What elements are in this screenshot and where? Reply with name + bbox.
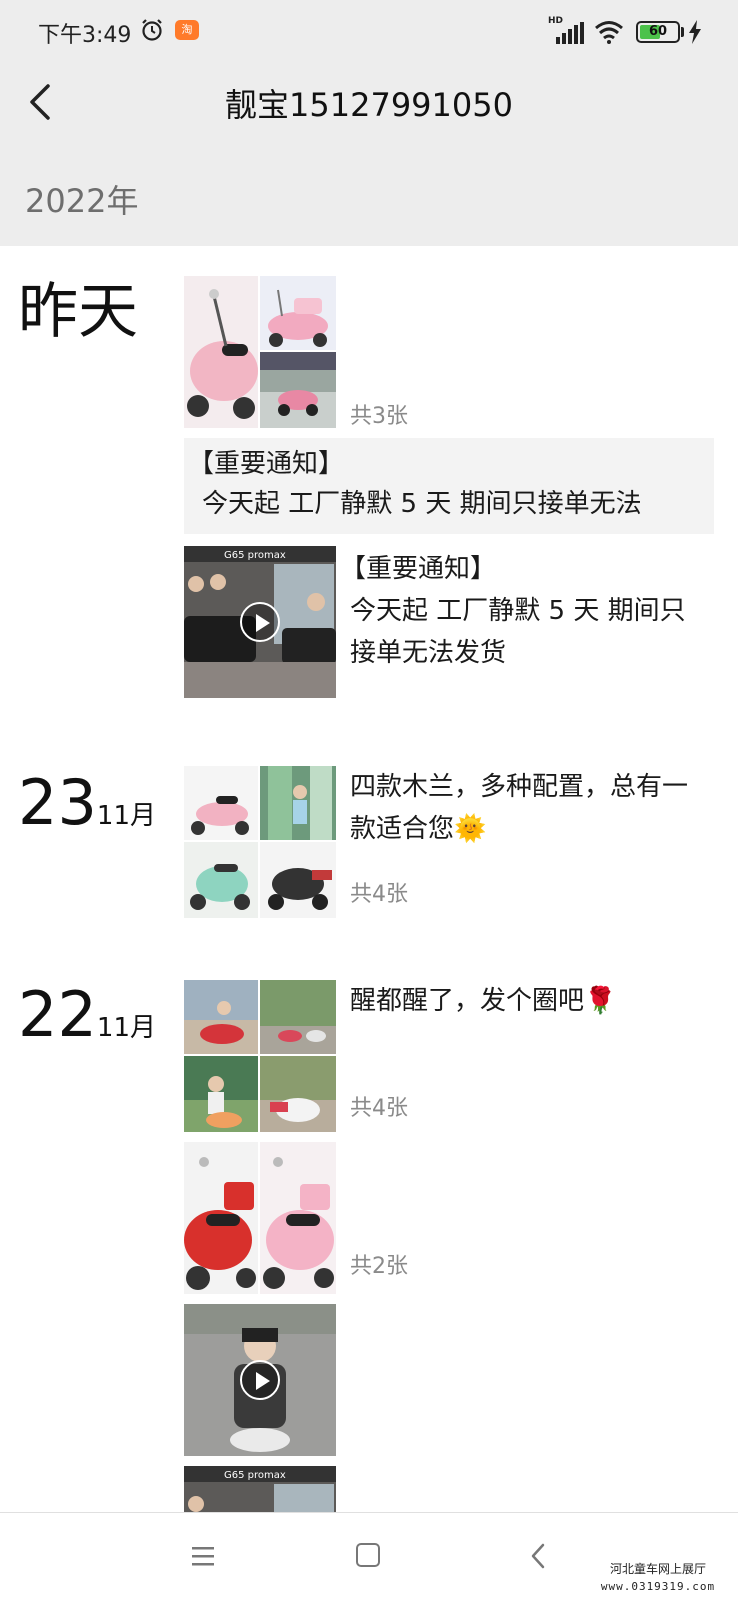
post-thumbnail-grid[interactable]	[184, 980, 336, 1132]
video-post-text: 今天起 工厂静默 5 天 期间只接单无法发货	[350, 596, 686, 668]
status-bar: 下午3:49 淘 HD 60	[0, 0, 738, 64]
post-thumbnail-grid[interactable]	[184, 276, 336, 428]
thumbnail-image	[184, 980, 258, 1054]
play-icon	[240, 1360, 280, 1400]
thumbnail-image	[260, 766, 336, 840]
post-text: 醒都醒了，发个圈吧🌹	[350, 986, 617, 1016]
date-label: 2211月	[18, 984, 156, 1046]
battery-icon: 60	[636, 21, 680, 43]
thumbnail-image	[184, 1142, 258, 1294]
date-day: 23	[18, 766, 97, 839]
thumbnail-image	[260, 842, 336, 918]
thumbnail-image	[184, 1056, 258, 1132]
video-thumbnail[interactable]: G65 promax	[184, 1466, 336, 1512]
video-post-title: 【重要通知】	[340, 554, 497, 584]
date-day: 22	[18, 978, 97, 1051]
thumbnail-image	[184, 842, 258, 918]
year-label: 2022年	[25, 182, 139, 220]
watermark: 河北童车网上展厅 www.0319319.com	[586, 1560, 730, 1596]
charging-icon	[689, 20, 701, 44]
image-count: 共4张	[350, 1096, 408, 1121]
thumbnail-image	[260, 1056, 336, 1132]
back-icon[interactable]	[528, 1541, 548, 1571]
date-label-yesterday: 昨天	[18, 277, 138, 347]
signal-icon	[556, 22, 584, 44]
date-month: 11月	[96, 801, 156, 831]
date-month: 11月	[96, 1013, 156, 1043]
battery-level-text: 60	[648, 24, 668, 39]
image-count: 共3张	[350, 404, 408, 429]
shared-notice-card[interactable]: 【重要通知】 今天起 工厂静默 5 天 期间只接单无法	[184, 438, 714, 534]
alarm-icon	[142, 19, 162, 41]
thumbnail-image	[260, 352, 336, 428]
thumbnail-image	[260, 980, 336, 1054]
watermark-title: 河北童车网上展厅	[609, 1562, 706, 1576]
year-header: 2022年	[0, 144, 738, 246]
home-icon[interactable]	[356, 1543, 380, 1567]
svg-text:G65 promax: G65 promax	[224, 550, 286, 561]
nav-bar: 靓宝15127991050	[0, 64, 738, 144]
thumbnail-image	[260, 276, 336, 350]
video-thumbnail[interactable]	[184, 1304, 336, 1456]
taobao-app-icon: 淘	[175, 20, 199, 40]
watermark-url: www.0319319.com	[600, 1580, 716, 1593]
notice-title: 【重要通知】	[188, 449, 345, 479]
page-title: 靓宝15127991050	[225, 86, 513, 124]
play-icon	[240, 602, 280, 642]
post-text: 四款木兰，多种配置，总有一款适合您🌞	[350, 772, 689, 844]
svg-text:G65 promax: G65 promax	[224, 1470, 286, 1481]
thumbnail-image	[184, 766, 258, 840]
thumbnail-image	[260, 1142, 336, 1294]
battery-nub	[681, 27, 684, 37]
wifi-icon	[595, 21, 623, 44]
status-time: 下午3:49	[38, 23, 132, 48]
image-count: 共4张	[350, 882, 408, 907]
system-navigation-bar: 河北童车网上展厅 www.0319319.com	[0, 1512, 738, 1600]
image-count: 共2张	[350, 1254, 408, 1279]
notice-body: 今天起 工厂静默 5 天 期间只接单无法	[202, 489, 642, 519]
thumbnail-image	[184, 276, 258, 428]
video-thumbnail[interactable]: G65 promax	[184, 546, 336, 698]
date-label: 2311月	[18, 772, 156, 834]
post-thumbnail-grid[interactable]	[184, 1142, 336, 1294]
menu-icon[interactable]	[190, 1543, 216, 1569]
post-thumbnail-grid[interactable]	[184, 766, 336, 918]
